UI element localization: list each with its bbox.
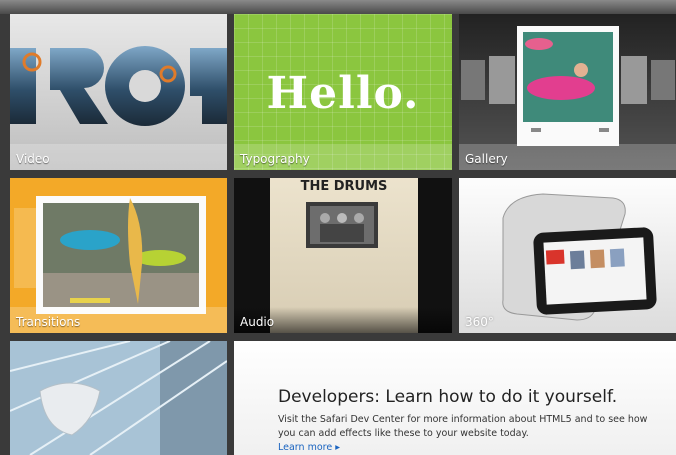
tile-label: Gallery — [465, 152, 508, 166]
developers-panel: Developers: Learn how to do it yourself.… — [234, 341, 676, 455]
gallery-demo-tile[interactable]: Gallery — [459, 14, 676, 170]
tile-label: Transitions — [16, 315, 81, 329]
transitions-demo-tile[interactable]: Transitions — [10, 178, 227, 333]
tile-label: Typography — [240, 152, 310, 166]
developers-description: Visit the Safari Dev Center for more inf… — [278, 414, 648, 439]
store-photo-tile[interactable] — [10, 341, 227, 455]
tile-label: Audio — [240, 315, 275, 329]
video-demo-tile[interactable]: Video — [10, 14, 227, 170]
rotation-demo-tile[interactable]: 360° — [459, 178, 676, 333]
typography-demo-tile[interactable]: Hello. Typography — [234, 14, 452, 170]
page-top-backdrop — [0, 0, 676, 14]
learn-more-link[interactable]: Learn more ▸ — [278, 442, 340, 453]
ipod-artwork — [502, 193, 657, 321]
glass-cube-photo — [10, 341, 227, 455]
tile-label: Video — [16, 152, 50, 166]
audio-demo-tile[interactable]: THE DRUMS Audio — [234, 178, 452, 333]
hello-headline: Hello. — [266, 68, 420, 119]
developers-heading: Developers: Learn how to do it yourself. — [278, 387, 618, 407]
album-title: THE DRUMS — [300, 179, 388, 194]
album-cover — [306, 202, 378, 248]
tile-label: 360° — [465, 315, 494, 329]
